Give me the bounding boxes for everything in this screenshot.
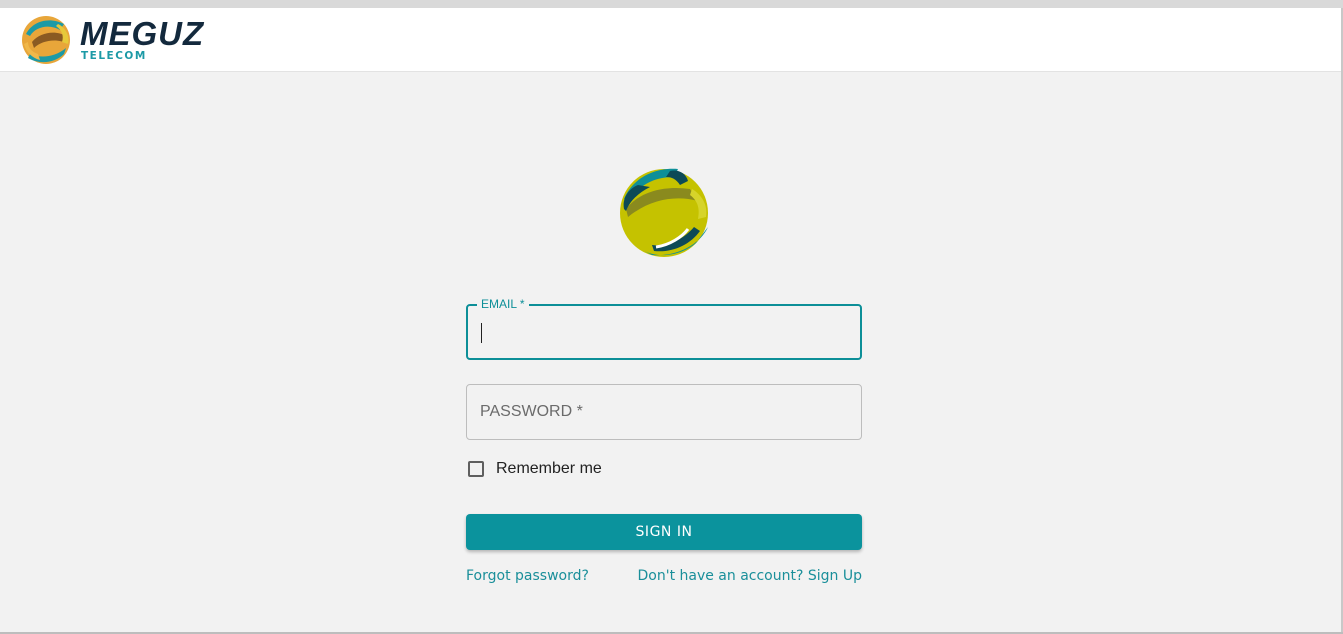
globe-logo-icon [22, 16, 70, 64]
email-label: EMAIL * [477, 297, 529, 311]
remember-me-label: Remember me [496, 460, 602, 477]
globe-logo-icon [620, 168, 708, 257]
sign-up-link[interactable]: Don't have an account? Sign Up [638, 568, 863, 584]
sign-in-button[interactable]: SIGN IN [466, 514, 862, 550]
email-field[interactable]: EMAIL * [466, 297, 862, 360]
password-label: PASSWORD * [480, 403, 583, 420]
app-header: MEGUZ TELECOM [0, 8, 1341, 72]
brand[interactable]: MEGUZ TELECOM [20, 14, 204, 66]
window-top-strip [0, 0, 1343, 8]
remember-me-checkbox[interactable] [468, 461, 484, 477]
forgot-password-link[interactable]: Forgot password? [466, 568, 589, 584]
brand-name: MEGUZ [80, 14, 205, 52]
text-caret [481, 323, 482, 343]
password-field[interactable]: PASSWORD * [466, 384, 862, 440]
remember-me[interactable]: Remember me [466, 460, 602, 478]
